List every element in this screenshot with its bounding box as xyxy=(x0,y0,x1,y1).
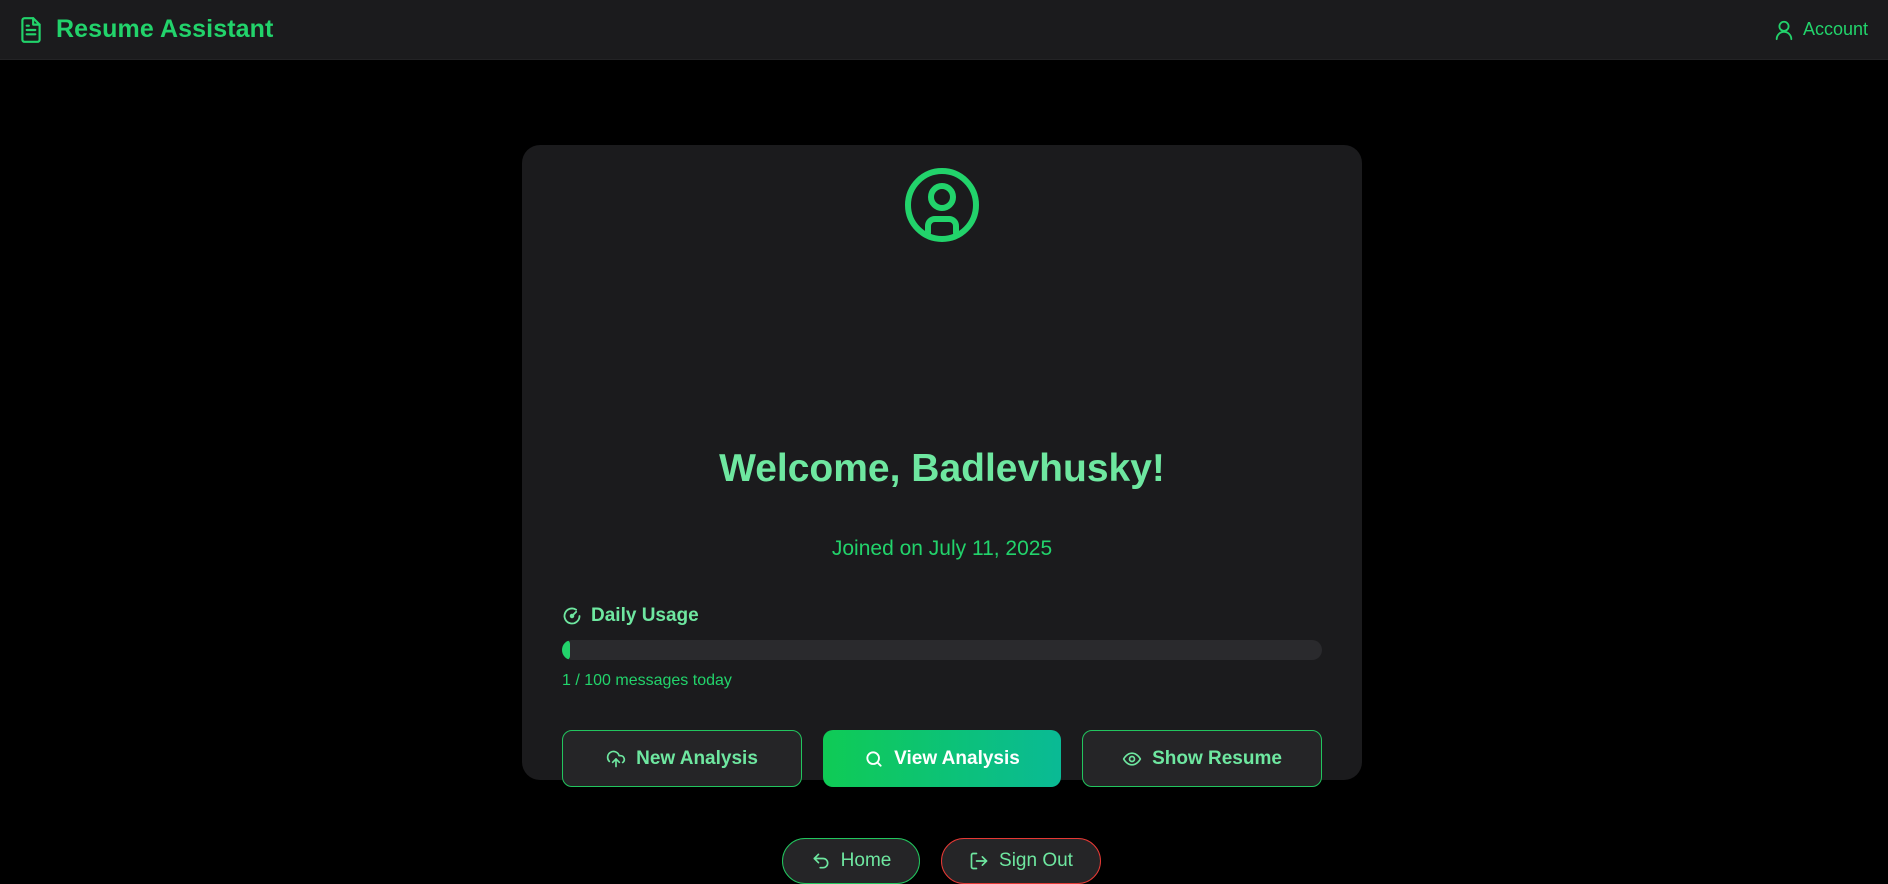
view-analysis-button[interactable]: View Analysis xyxy=(823,730,1061,787)
eye-icon xyxy=(1122,749,1142,769)
gauge-icon xyxy=(562,606,582,626)
welcome-heading: Welcome, Badlevhusky! xyxy=(719,447,1165,490)
cloud-upload-icon xyxy=(606,749,626,769)
account-label: Account xyxy=(1802,19,1868,39)
action-buttons: New Analysis View Analysis Show Resume xyxy=(562,730,1322,787)
show-resume-button[interactable]: Show Resume xyxy=(1082,730,1322,787)
usage-progress-bar xyxy=(562,640,1322,660)
brand-link[interactable]: Resume Assistant xyxy=(18,15,273,44)
search-icon xyxy=(864,749,884,769)
log-out-icon xyxy=(969,851,989,871)
undo-arrow-icon xyxy=(811,851,831,871)
usage-progress-fill xyxy=(562,640,570,660)
daily-usage-header: Daily Usage xyxy=(562,605,699,627)
file-text-icon xyxy=(18,16,44,44)
user-icon xyxy=(1773,18,1795,42)
home-button[interactable]: Home xyxy=(782,838,920,884)
account-link[interactable]: Account xyxy=(1773,18,1868,42)
top-navbar: Resume Assistant Account xyxy=(0,0,1888,60)
joined-date: Joined on July 11, 2025 xyxy=(831,537,1053,560)
view-analysis-label: View Analysis xyxy=(894,747,1020,769)
brand-title: Resume Assistant xyxy=(56,15,274,43)
usage-count-text: 1 / 100 messages today xyxy=(562,672,732,689)
daily-usage-title: Daily Usage xyxy=(591,605,699,626)
new-analysis-button[interactable]: New Analysis xyxy=(562,730,802,787)
new-analysis-label: New Analysis xyxy=(636,747,758,769)
sign-out-label: Sign Out xyxy=(999,850,1073,871)
user-circle-icon xyxy=(904,167,980,243)
sign-out-button[interactable]: Sign Out xyxy=(941,838,1101,884)
secondary-nav: Home Sign Out xyxy=(522,838,1362,884)
show-resume-label: Show Resume xyxy=(1152,747,1282,769)
home-label: Home xyxy=(840,850,892,871)
profile-card: Welcome, Badlevhusky! Joined on July 11,… xyxy=(522,145,1362,884)
